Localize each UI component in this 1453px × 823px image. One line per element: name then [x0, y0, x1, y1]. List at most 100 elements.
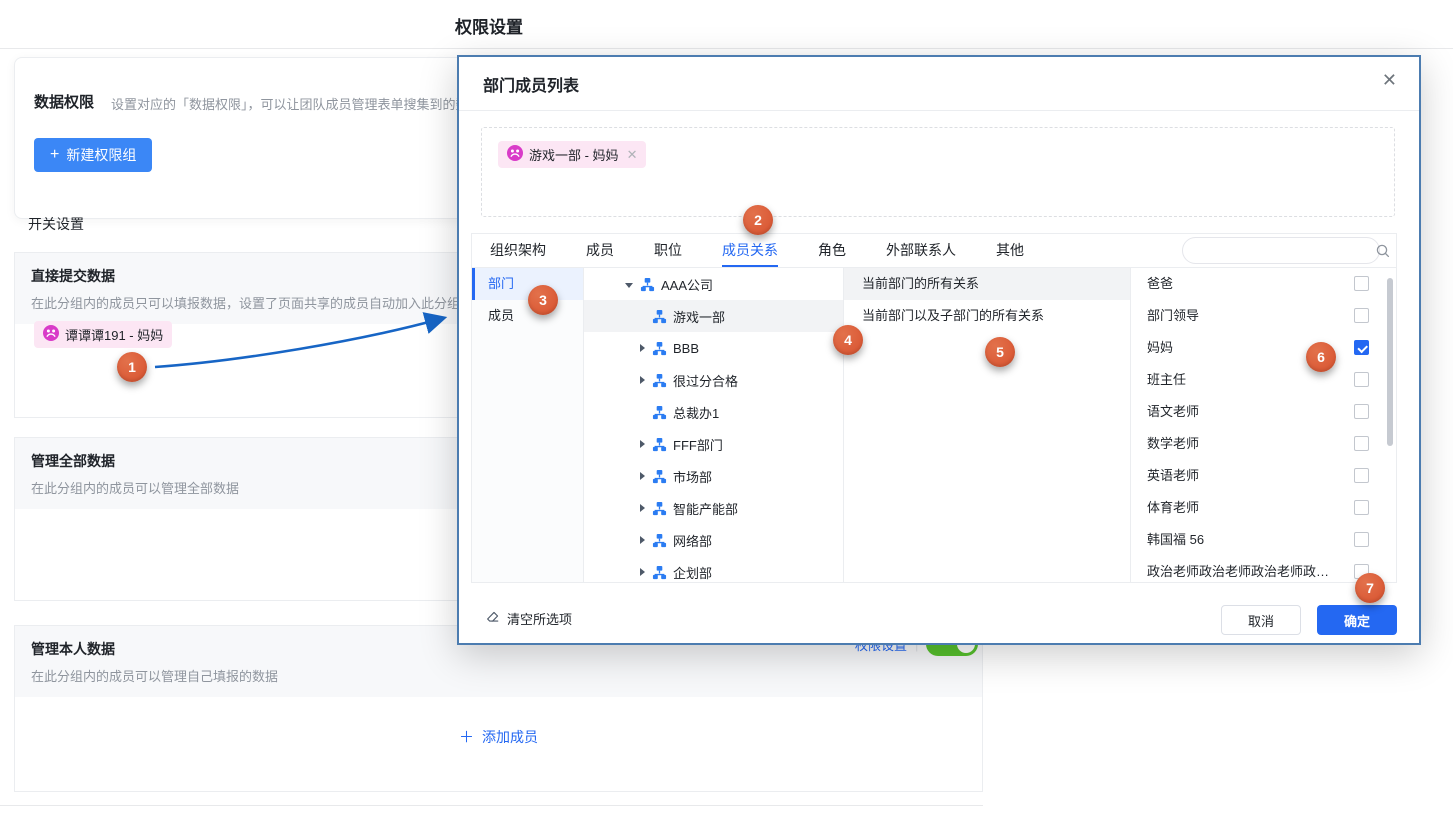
org-tree-icon: [652, 341, 667, 356]
checkbox[interactable]: [1354, 308, 1369, 323]
tab-其他[interactable]: 其他: [996, 234, 1024, 267]
tree-node-智能产能部[interactable]: 智能产能部: [584, 492, 843, 524]
member-label: 体育老师: [1147, 492, 1199, 524]
new-permission-group-label: 新建权限组: [66, 145, 136, 165]
org-tree-icon: [652, 405, 667, 420]
selected-member-tag-label: 游戏一部 - 妈妈: [529, 145, 619, 164]
section-description: 在此分组内的成员可以管理自己填报的数据: [31, 666, 966, 685]
caret-right-icon[interactable]: [634, 536, 648, 544]
member-row: 语文老师: [1131, 396, 1396, 428]
relation-option[interactable]: 当前部门以及子部门的所有关系: [844, 300, 1130, 332]
picker-columns: 部门成员 AAA公司游戏一部 BBB 很过分合格总裁办1FFF部门市场部智能产能部网…: [472, 268, 1396, 582]
member-row: 数学老师: [1131, 428, 1396, 460]
remove-tag-icon[interactable]: ✕: [627, 147, 638, 163]
annotation-arrow: [120, 295, 465, 385]
checkbox[interactable]: [1354, 404, 1369, 419]
tree-node-label: BBB: [673, 341, 699, 356]
add-member-button[interactable]: ＋添加成员: [15, 726, 982, 747]
tree-node-BBB[interactable]: BBB: [584, 332, 843, 364]
member-label: 妈妈: [1147, 332, 1173, 364]
page-title: 权限设置: [455, 13, 523, 38]
search-icon: [1375, 243, 1391, 259]
caret-right-icon[interactable]: [634, 376, 648, 384]
tree-node-label: 市场部: [673, 467, 712, 486]
relation-icon: [43, 325, 59, 344]
tab-成员关系[interactable]: 成员关系: [722, 234, 778, 267]
checkbox[interactable]: [1354, 276, 1369, 291]
modal-title: 部门成员列表: [483, 72, 579, 96]
tree-node-市场部[interactable]: 市场部: [584, 460, 843, 492]
section-divider: [0, 805, 983, 806]
picker-panel: 组织架构成员职位成员关系角色外部联系人其他 部门成员 AAA公司游戏一部BBB很…: [471, 233, 1397, 583]
member-row: 政治老师政治老师政治老师政治老...: [1131, 556, 1396, 582]
org-tree-icon: [652, 373, 667, 388]
tree-node-总裁办1[interactable]: 总裁办1: [584, 396, 843, 428]
nav-item-成员[interactable]: 成员: [472, 300, 583, 332]
tab-成员[interactable]: 成员: [586, 234, 614, 267]
screen: 权限设置 数据权限 设置对应的「数据权限」，可以让团队成员管理表单搜集到的数据 …: [0, 0, 1453, 823]
cancel-button[interactable]: 取消: [1221, 605, 1301, 635]
tab-外部联系人[interactable]: 外部联系人: [886, 234, 956, 267]
member-label: 政治老师政治老师政治老师政治老...: [1147, 556, 1342, 582]
clear-selection-button[interactable]: 清空所选项: [485, 609, 572, 628]
member-list: 爸爸部门领导妈妈班主任语文老师数学老师英语老师体育老师韩国福 56政治老师政治老…: [1131, 268, 1396, 582]
new-permission-group-button[interactable]: + 新建权限组: [34, 138, 152, 172]
department-member-modal: 部门成员列表 ✕ 游戏一部 - 妈妈 ✕ 组织架构成员职位成员关系角色外部联系人…: [457, 55, 1421, 645]
tree-node-企划部[interactable]: 企划部: [584, 556, 843, 582]
caret-right-icon[interactable]: [634, 472, 648, 480]
checkbox[interactable]: [1354, 436, 1369, 451]
top-divider: [0, 48, 1453, 49]
tree-node-游戏一部[interactable]: 游戏一部: [584, 300, 843, 332]
member-label: 部门领导: [1147, 300, 1199, 332]
org-tree-icon: [652, 501, 667, 516]
search-box: [1182, 237, 1380, 264]
tree-node-网络部[interactable]: 网络部: [584, 524, 843, 556]
member-label: 爸爸: [1147, 268, 1173, 300]
tab-角色[interactable]: 角色: [818, 234, 846, 267]
modal-title-divider: [459, 110, 1419, 111]
member-row: 妈妈: [1131, 332, 1396, 364]
checkbox[interactable]: [1354, 532, 1369, 547]
step-badge-1: 1: [117, 352, 147, 382]
tree-node-label: AAA公司: [661, 275, 713, 294]
member-label: 语文老师: [1147, 396, 1199, 428]
checkbox[interactable]: [1354, 372, 1369, 387]
selected-members-area: 游戏一部 - 妈妈 ✕: [481, 127, 1395, 217]
member-label: 英语老师: [1147, 460, 1199, 492]
tab-组织架构[interactable]: 组织架构: [490, 234, 546, 267]
caret-down-icon[interactable]: [622, 277, 636, 292]
step-badge-7: 7: [1355, 573, 1385, 603]
confirm-button[interactable]: 确定: [1317, 605, 1397, 635]
close-icon[interactable]: ✕: [1382, 71, 1397, 89]
org-tree-icon: [652, 565, 667, 580]
selected-member-tag[interactable]: 游戏一部 - 妈妈 ✕: [498, 141, 646, 168]
org-tree-icon: [652, 309, 667, 324]
data-permission-title: 数据权限: [34, 91, 94, 112]
tree-node-label: 很过分合格: [673, 371, 738, 390]
member-row: 体育老师: [1131, 492, 1396, 524]
member-row: 班主任: [1131, 364, 1396, 396]
tree-node-FFF部门[interactable]: FFF部门: [584, 428, 843, 460]
tree-node-很过分合格[interactable]: 很过分合格: [584, 364, 843, 396]
caret-right-icon[interactable]: [634, 344, 648, 352]
checkbox[interactable]: [1354, 468, 1369, 483]
search-input[interactable]: [1195, 242, 1375, 259]
step-badge-4: 4: [833, 325, 863, 355]
step-badge-6: 6: [1306, 342, 1336, 372]
checkbox-checked[interactable]: [1354, 340, 1369, 355]
tab-职位[interactable]: 职位: [654, 234, 682, 267]
tree-node-AAA公司[interactable]: AAA公司: [584, 268, 843, 300]
relation-icon: [507, 145, 523, 164]
relation-option[interactable]: 当前部门的所有关系: [844, 268, 1130, 300]
caret-right-icon[interactable]: [634, 568, 648, 576]
caret-right-icon[interactable]: [634, 504, 648, 512]
tree-node-label: 网络部: [673, 531, 712, 550]
relation-scope-list: 当前部门的所有关系当前部门以及子部门的所有关系: [844, 268, 1131, 582]
caret-right-icon[interactable]: [634, 440, 648, 448]
member-row: 韩国福 56: [1131, 524, 1396, 556]
clear-selection-label: 清空所选项: [507, 609, 572, 628]
switch-settings-heading: 开关设置: [28, 214, 84, 234]
checkbox[interactable]: [1354, 500, 1369, 515]
scrollbar-thumb[interactable]: [1387, 278, 1393, 446]
member-type-nav: 部门成员: [472, 268, 584, 582]
